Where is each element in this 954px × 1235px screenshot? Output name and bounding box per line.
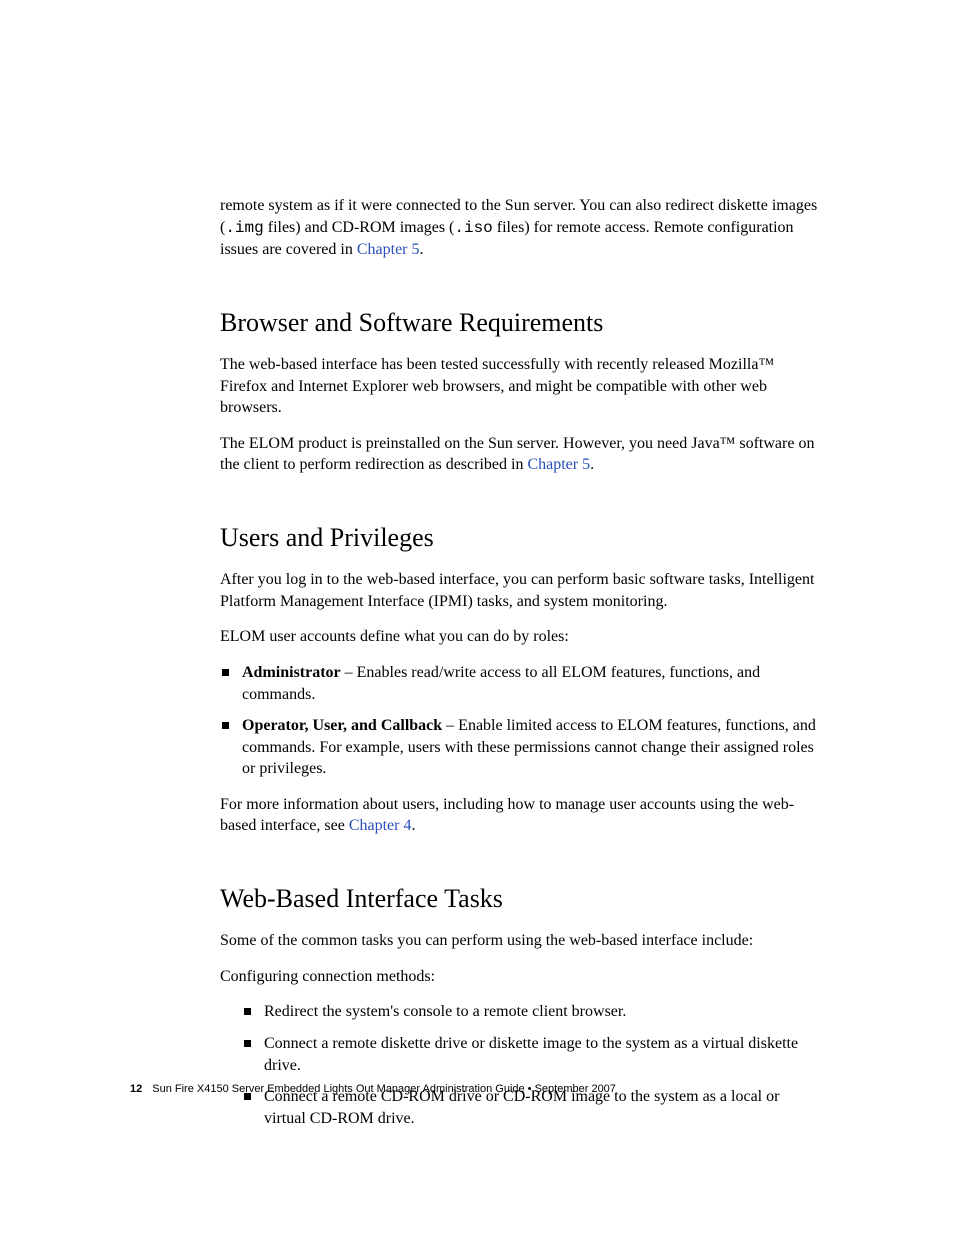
paragraph: Configuring connection methods:	[220, 966, 824, 988]
link-chapter-5[interactable]: Chapter 5	[357, 241, 420, 258]
link-chapter-5[interactable]: Chapter 5	[527, 456, 590, 473]
paragraph: ELOM user accounts define what you can d…	[220, 626, 824, 648]
code-img: .img	[225, 219, 263, 237]
intro-block: remote system as if it were connected to…	[220, 195, 824, 261]
paragraph: For more information about users, includ…	[220, 794, 824, 837]
code-iso: .iso	[454, 219, 492, 237]
section-heading: Users and Privileges	[220, 522, 824, 553]
page-footer: 12 Sun Fire X4150 Server Embedded Lights …	[130, 1083, 616, 1095]
list-item: Redirect the system's console to a remot…	[242, 1001, 824, 1023]
role-label: Administrator	[242, 664, 341, 681]
browser-requirements-section: Browser and Software Requirements The we…	[220, 307, 824, 476]
text: The ELOM product is preinstalled on the …	[220, 435, 814, 474]
section-heading: Web-Based Interface Tasks	[220, 883, 824, 914]
intro-paragraph: remote system as if it were connected to…	[220, 195, 824, 261]
text: .	[420, 241, 424, 258]
paragraph: The web-based interface has been tested …	[220, 354, 824, 419]
text: .	[590, 456, 594, 473]
page-content: remote system as if it were connected to…	[0, 0, 954, 1129]
paragraph: The ELOM product is preinstalled on the …	[220, 433, 824, 476]
text: files) and CD-ROM images (	[264, 219, 455, 236]
tasks-list: Redirect the system's console to a remot…	[220, 1001, 824, 1129]
text: .	[411, 817, 415, 834]
footer-text: Sun Fire X4150 Server Embedded Lights Ou…	[152, 1083, 616, 1095]
list-item: Administrator – Enables read/write acces…	[220, 662, 824, 705]
roles-list: Administrator – Enables read/write acces…	[220, 662, 824, 780]
list-item: Connect a remote diskette drive or diske…	[242, 1033, 824, 1076]
link-chapter-4[interactable]: Chapter 4	[349, 817, 412, 834]
users-privileges-section: Users and Privileges After you log in to…	[220, 522, 824, 837]
section-heading: Browser and Software Requirements	[220, 307, 824, 338]
list-item: Operator, User, and Callback – Enable li…	[220, 715, 824, 780]
text: For more information about users, includ…	[220, 796, 794, 835]
role-label: Operator, User, and Callback	[242, 717, 442, 734]
paragraph: After you log in to the web-based interf…	[220, 569, 824, 612]
paragraph: Some of the common tasks you can perform…	[220, 930, 824, 952]
page-number: 12	[130, 1083, 142, 1095]
